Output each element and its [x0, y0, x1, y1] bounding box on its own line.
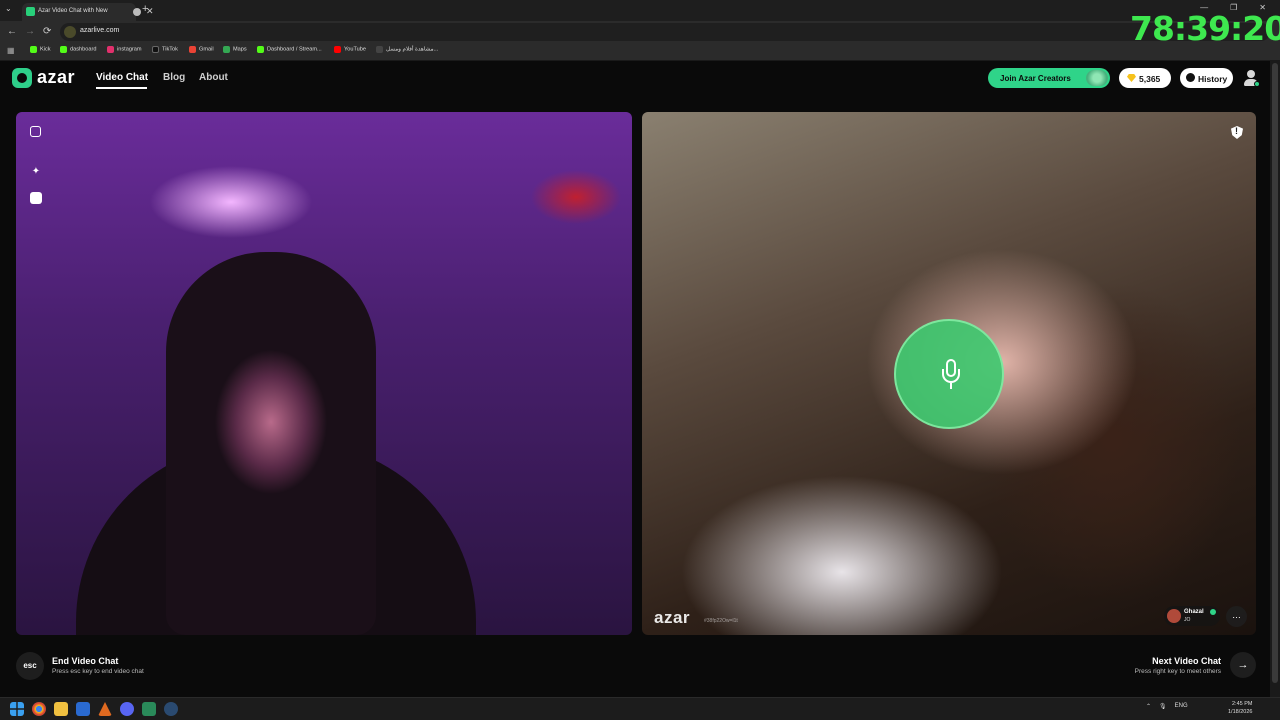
gem-icon — [1127, 74, 1136, 82]
history-icon — [1186, 73, 1195, 82]
bookmark-instagram[interactable]: instagram — [107, 46, 142, 58]
sticker-icon[interactable] — [30, 192, 42, 204]
peer-avatar — [1167, 609, 1181, 623]
next-chat-title: Next Video Chat — [1152, 656, 1221, 666]
browser-tab[interactable]: Azar Video Chat with New ✕ — [22, 3, 154, 21]
recording-indicator-icon — [133, 8, 141, 16]
chat-button[interactable]: … — [1226, 606, 1247, 627]
magic-wand-icon[interactable]: ✦ — [30, 166, 42, 178]
nav-video-chat[interactable]: Video Chat — [96, 72, 148, 83]
bookmark-tiktok[interactable]: TikTok — [152, 46, 178, 58]
bookmark-youtube[interactable]: YouTube — [334, 46, 366, 58]
reload-button[interactable]: ⟳ — [43, 26, 51, 37]
tab-title: Azar Video Chat with New — [38, 8, 108, 14]
browser-toolbar: ← → ⟳ azarlive.com — [0, 21, 1280, 43]
tray-overflow-icon[interactable]: ⌃ — [1146, 703, 1151, 710]
bookmark-dashboard[interactable]: dashboard — [60, 46, 96, 58]
forward-button[interactable]: → — [25, 26, 35, 37]
active-nav-underline — [96, 87, 147, 89]
discord-icon[interactable] — [120, 702, 134, 716]
youtube-icon — [334, 46, 341, 53]
azar-logo-text[interactable]: azar — [37, 67, 75, 88]
end-chat-button[interactable]: esc — [16, 652, 44, 680]
bookmark-dashboard-stream[interactable]: Dashboard / Stream... — [257, 46, 322, 58]
peer-country: JO — [1184, 617, 1191, 623]
address-bar[interactable]: azarlive.com — [60, 23, 1270, 41]
bookmark-maps[interactable]: Maps — [223, 46, 247, 58]
clock-time: 2:45 PM — [1231, 701, 1253, 707]
nav-blog[interactable]: Blog — [163, 72, 185, 83]
windows-start-icon[interactable] — [10, 702, 24, 716]
tab-search-button[interactable]: ⌄ — [5, 4, 12, 13]
page-scrollbar[interactable] — [1270, 61, 1280, 697]
creators-decoration-icon — [1086, 70, 1108, 86]
bookmark-kick[interactable]: Kick — [30, 46, 51, 58]
stream-timer-overlay: 78:39:20 — [1130, 9, 1280, 48]
tiktok-icon — [152, 46, 159, 53]
file-explorer-icon[interactable] — [54, 702, 68, 716]
bookmark-arabic-movies[interactable]: مشاهدة أفلام ومسل... — [376, 46, 438, 58]
azar-logo-icon[interactable] — [12, 68, 32, 88]
steam-icon[interactable] — [164, 702, 178, 716]
end-chat-title: End Video Chat — [52, 656, 119, 666]
peer-name: Ghazal — [1184, 609, 1204, 615]
mic-icon — [942, 359, 960, 393]
language-indicator[interactable]: ENG — [1175, 703, 1188, 710]
remote-video-feed: azar #38fp22Ow=l1t Ghazal JO … — [642, 112, 1256, 635]
kick-icon — [257, 46, 264, 53]
verified-badge-icon — [1210, 609, 1216, 615]
apps-grid-icon[interactable]: ▦ — [7, 46, 15, 58]
site-icon — [376, 46, 383, 53]
azar-favicon — [26, 7, 35, 16]
local-person — [166, 252, 376, 635]
profile-avatar-icon[interactable] — [1242, 69, 1260, 87]
history-label: History — [1198, 74, 1228, 84]
new-tab-button[interactable]: + — [142, 3, 148, 15]
app-icon[interactable] — [76, 702, 90, 716]
kick-icon — [30, 46, 37, 53]
bookmarks-bar: ▦ Kick dashboard instagram TikTok Gmail … — [0, 43, 1280, 61]
join-creators-label: Join Azar Creators — [1000, 74, 1071, 83]
bookmark-gmail[interactable]: Gmail — [189, 46, 214, 58]
local-video-feed: ✦ — [16, 112, 632, 635]
fullscreen-icon[interactable] — [30, 126, 41, 137]
app-icon[interactable] — [98, 702, 112, 716]
history-button[interactable]: History — [1180, 68, 1233, 88]
report-shield-icon[interactable] — [1231, 126, 1243, 139]
join-creators-button[interactable]: Join Azar Creators — [988, 68, 1110, 88]
instagram-icon — [107, 46, 114, 53]
watermark-code: #38fp22Ow=l1t — [704, 618, 738, 624]
site-header: azar Video Chat Blog About Join Azar Cre… — [0, 61, 1270, 97]
url-text: azarlive.com — [80, 27, 120, 34]
next-chat-button[interactable]: → — [1230, 652, 1256, 678]
next-chat-hint: Press right key to meet others — [1134, 668, 1221, 675]
peer-info-chip[interactable]: Ghazal JO — [1164, 606, 1220, 626]
mic-status-indicator — [894, 319, 1004, 429]
end-chat-hint: Press esc key to end video chat — [52, 668, 144, 675]
browser-tab-bar: ⌄ Azar Video Chat with New ✕ + — ❐ ✕ — [0, 0, 1280, 21]
back-button[interactable]: ← — [7, 26, 17, 37]
nav-about[interactable]: About — [199, 72, 228, 83]
app-icon[interactable] — [142, 702, 156, 716]
taskbar-clock[interactable]: 2:45 PM 1/18/2026 — [1228, 700, 1252, 716]
online-status-dot — [1254, 81, 1260, 87]
gmail-icon — [189, 46, 196, 53]
site-info-icon[interactable] — [64, 26, 76, 38]
coins-button[interactable]: 5,365 — [1119, 68, 1171, 88]
microphone-tray-icon[interactable]: 🎙 — [1159, 703, 1167, 710]
kick-icon — [60, 46, 67, 53]
coins-count: 5,365 — [1139, 74, 1161, 84]
azar-watermark: azar — [654, 608, 691, 627]
windows-taskbar: ⌃ 🎙 ENG 2:45 PM 1/18/2026 — [0, 697, 1280, 720]
maps-icon — [223, 46, 230, 53]
clock-date: 1/18/2026 — [1228, 709, 1253, 715]
chrome-icon[interactable] — [32, 702, 46, 716]
system-tray: ⌃ 🎙 ENG — [1146, 703, 1188, 710]
